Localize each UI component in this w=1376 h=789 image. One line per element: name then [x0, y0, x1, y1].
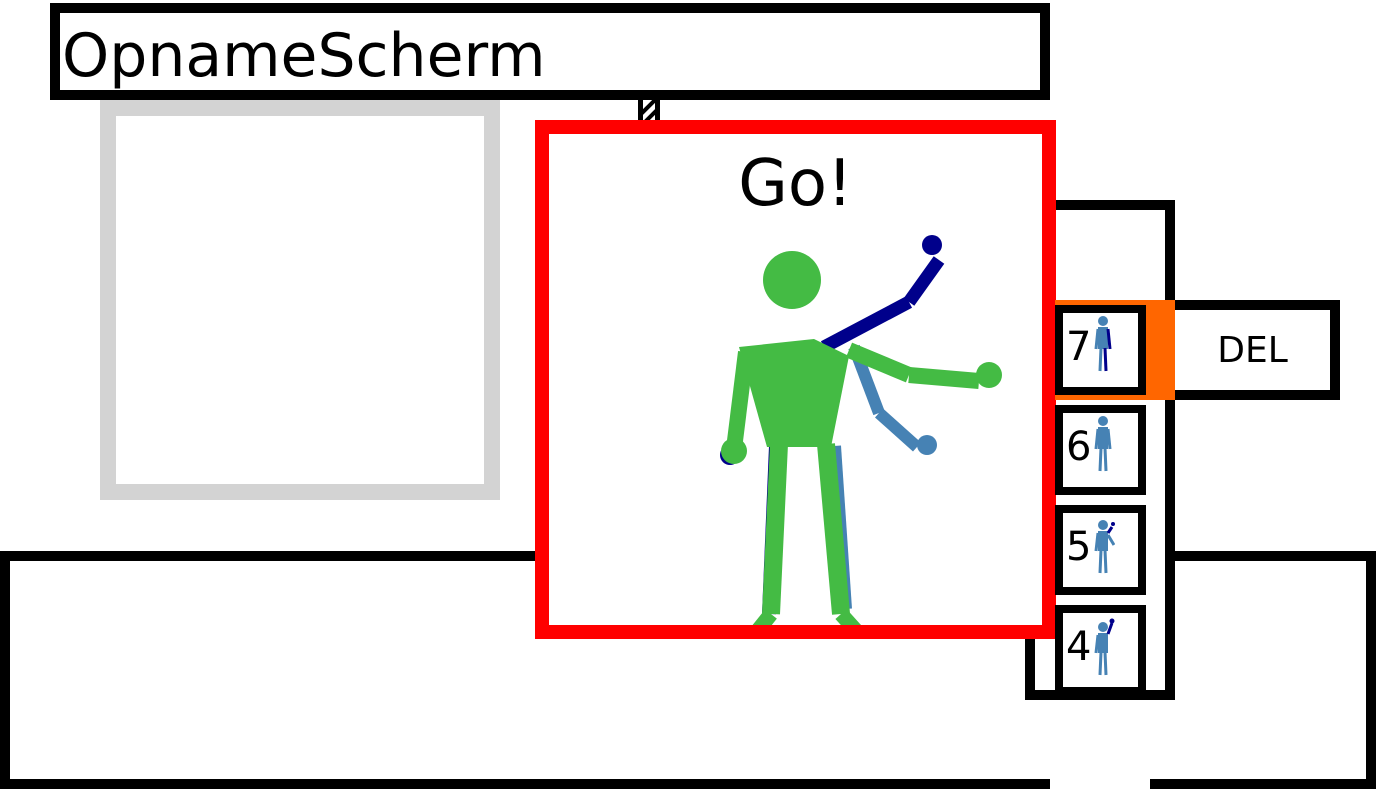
pose-item-7[interactable]: 7 [1055, 305, 1146, 395]
live-skeleton [721, 251, 1002, 625]
bottom-panel-gap [1050, 779, 1150, 789]
pose-number: 7 [1066, 324, 1092, 370]
delete-button-label: DEL [1217, 329, 1288, 371]
pose-number: 6 [1066, 424, 1092, 470]
pose-thumbnail-icon [1094, 316, 1112, 372]
pose-item-5[interactable]: 5 [1055, 505, 1146, 595]
recording-area: Go! [535, 120, 1056, 639]
pose-number: 4 [1066, 624, 1092, 670]
camera-preview [100, 100, 500, 500]
target-skeleton [827, 344, 937, 610]
skeleton-overlay [720, 235, 1002, 625]
delete-button[interactable]: DEL [1165, 300, 1340, 400]
pose-item-4[interactable]: 4 [1055, 605, 1146, 695]
pose-thumbnail-icon [1094, 520, 1115, 574]
page-title: OpnameScherm [62, 21, 546, 91]
pose-thumbnail-icon [1094, 416, 1112, 472]
pose-thumbnail-icon [1094, 618, 1115, 676]
pose-item-6[interactable]: 6 [1055, 405, 1146, 495]
pose-number: 5 [1066, 524, 1092, 570]
title-bar: OpnameScherm [50, 3, 1050, 100]
